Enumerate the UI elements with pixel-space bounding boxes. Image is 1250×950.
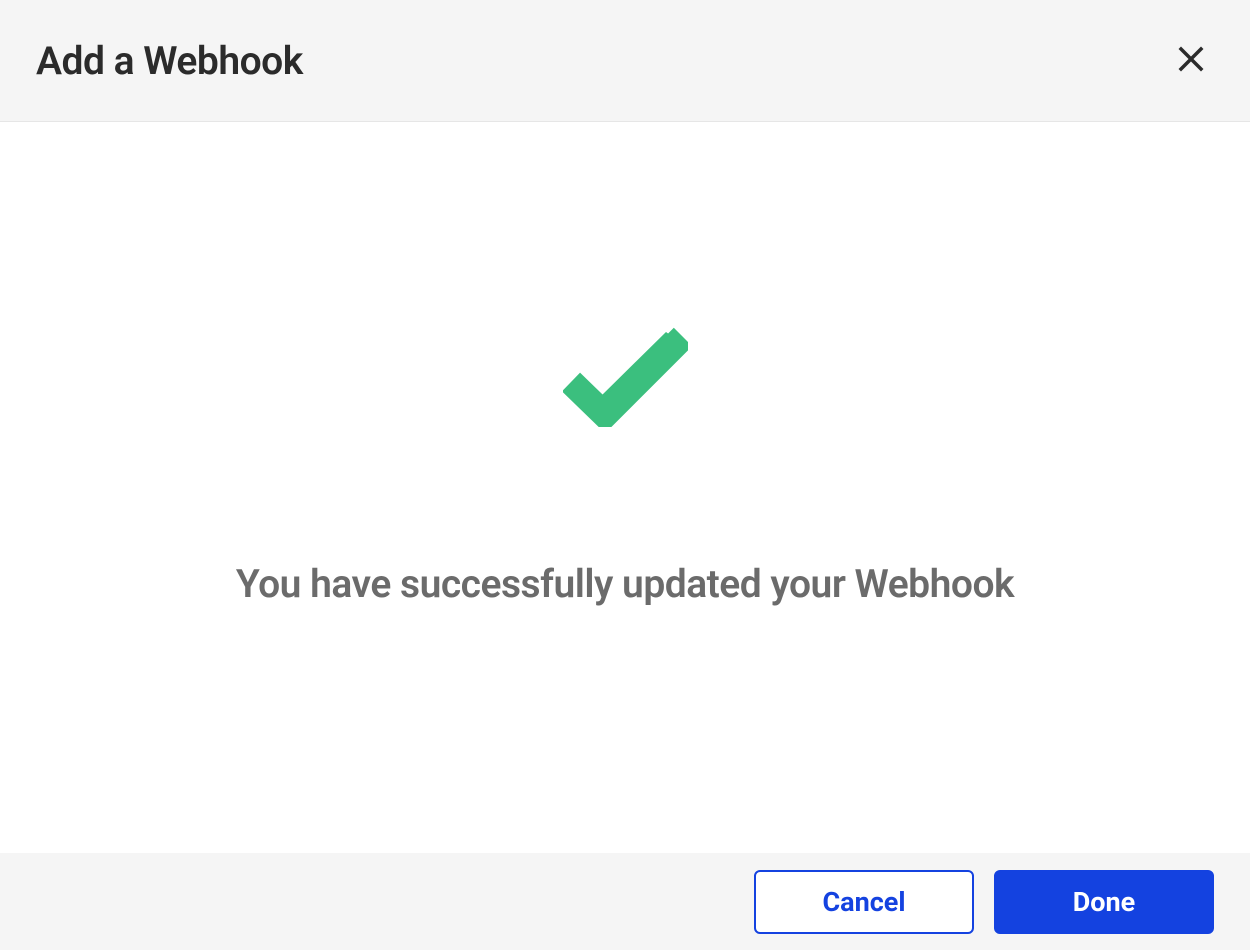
modal-header: Add a Webhook <box>0 0 1250 122</box>
done-button[interactable]: Done <box>994 870 1214 934</box>
success-check-icon <box>563 327 688 431</box>
modal-body: You have successfully updated your Webho… <box>0 122 1250 853</box>
modal-title: Add a Webhook <box>36 38 303 84</box>
cancel-button[interactable]: Cancel <box>754 870 974 934</box>
close-icon <box>1176 44 1206 77</box>
close-button[interactable] <box>1168 36 1214 85</box>
add-webhook-modal: Add a Webhook You have successfully upda… <box>0 0 1250 950</box>
modal-footer: Cancel Done <box>0 853 1250 950</box>
success-message: You have successfully updated your Webho… <box>236 561 1014 607</box>
